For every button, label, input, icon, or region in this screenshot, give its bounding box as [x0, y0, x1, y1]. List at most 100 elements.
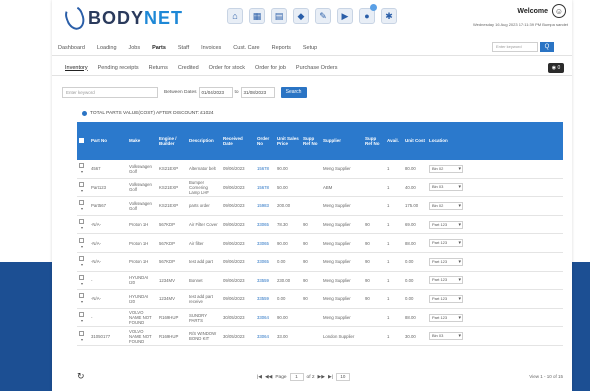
cell-order-no[interactable]: 33064 — [255, 334, 275, 339]
location-select[interactable]: Part 123 — [429, 313, 463, 322]
col-engine[interactable]: Engine / Builder — [157, 136, 187, 147]
nav-item-invoices[interactable]: Invoices — [195, 45, 227, 51]
table-row[interactable]: ▾ - VOLVO NAME NOT FOUND R169HUP SUNDRY PART… — [77, 308, 563, 328]
first-page-icon[interactable]: |◀ — [257, 375, 262, 380]
location-select[interactable]: Bin 03 — [429, 332, 463, 341]
location-select[interactable]: Part 123 — [429, 276, 463, 285]
nav-item-staff[interactable]: Staff — [172, 45, 195, 51]
truck-icon[interactable]: ▶ — [337, 8, 353, 24]
cart-button[interactable]: ◉ 0 — [548, 63, 564, 73]
cell-location[interactable]: Bin 03 — [427, 332, 467, 341]
home-icon[interactable]: ⌂ — [227, 8, 243, 24]
gear-icon[interactable]: ✱ — [381, 8, 397, 24]
cell-order-no[interactable]: 33064 — [255, 315, 275, 320]
nav-item-cust-care[interactable]: Cust. Care — [227, 45, 265, 51]
user-avatar-icon[interactable]: ☺ — [552, 4, 566, 18]
col-unit-sales-price[interactable]: Unit Sales Price — [275, 136, 301, 147]
calendar-icon[interactable]: ▦ — [249, 8, 265, 24]
refresh-icon[interactable]: ↻ — [77, 371, 85, 382]
page-input[interactable]: 1 — [289, 373, 304, 381]
cell-location[interactable]: Part 123 — [427, 220, 467, 229]
next-page-icon[interactable]: ▶▶ — [318, 375, 325, 380]
col-avail[interactable]: Avail. — [385, 138, 403, 144]
expand-caret-icon[interactable]: ▾ — [81, 244, 83, 249]
cell-location[interactable]: Part 123 — [427, 276, 467, 285]
cell-location[interactable]: Bin 02 — [427, 201, 467, 210]
wrench-icon[interactable]: ✎ — [315, 8, 331, 24]
row-checkbox[interactable]: ▾ — [77, 181, 89, 193]
row-checkbox[interactable]: ▾ — [77, 219, 89, 230]
tab-credited[interactable]: Credited — [173, 65, 204, 71]
expand-caret-icon[interactable]: ▾ — [81, 206, 83, 211]
tab-inventory[interactable]: Inventory — [60, 65, 93, 71]
tab-returns[interactable]: Returns — [144, 65, 173, 71]
table-row[interactable]: ▾ -N/A- Proton 1H 567KDP test add part 09/06/… — [77, 252, 563, 272]
cell-order-no[interactable]: 15678 — [255, 166, 275, 171]
col-received-date[interactable]: Received Date — [221, 136, 255, 147]
row-checkbox[interactable]: ▾ — [77, 237, 89, 249]
expand-caret-icon[interactable]: ▾ — [81, 225, 83, 230]
tab-order-for-job[interactable]: Order for job — [250, 65, 291, 71]
row-checkbox[interactable]: ▾ — [77, 312, 89, 323]
nav-item-setup[interactable]: Setup — [297, 45, 323, 51]
expand-caret-icon[interactable]: ▾ — [81, 299, 83, 304]
table-row[interactable]: ▾ 31050177 VOLVO NAME NOT FOUND R169HUP R/S … — [77, 327, 563, 346]
cell-location[interactable]: Part 123 — [427, 313, 467, 322]
row-checkbox[interactable]: ▾ — [77, 293, 89, 304]
col-description[interactable]: Description — [187, 138, 221, 144]
cell-location[interactable]: Bin 03 — [427, 183, 467, 192]
date-to-input[interactable]: 31/08/2023 — [240, 87, 275, 98]
last-page-icon[interactable]: ▶| — [328, 375, 333, 380]
cell-order-no[interactable]: 33065 — [255, 259, 275, 264]
row-checkbox[interactable]: ▾ — [77, 200, 89, 211]
location-select[interactable]: Bin 03 — [429, 183, 463, 192]
nav-search-input[interactable]: Enter keyword — [492, 42, 538, 52]
expand-caret-icon[interactable]: ▾ — [81, 337, 83, 342]
nav-item-jobs[interactable]: Jobs — [123, 45, 147, 51]
keyword-input[interactable]: Enter keyword — [62, 87, 158, 98]
nav-item-dashboard[interactable]: Dashboard — [52, 45, 91, 51]
row-checkbox[interactable]: ▾ — [77, 163, 89, 174]
table-row[interactable]: ▾ -N/A- HYUNDAI I20 1234MV test add part rec… — [77, 290, 563, 309]
location-select[interactable]: Part 123 — [429, 257, 463, 266]
table-row[interactable]: ▾ -N/A- Proton 1H 567KDP Air Filter Cover 09/… — [77, 215, 563, 235]
cell-order-no[interactable]: 33559 — [255, 278, 275, 283]
col-supp-ref-no[interactable]: Supp Ref No — [301, 136, 321, 147]
table-row[interactable]: ▾ 4567 Volkswagen Golf KS21EXP Alternator be… — [77, 160, 563, 179]
nav-item-reports[interactable]: Reports — [266, 45, 297, 51]
tab-pending-receipts[interactable]: Pending receipts — [93, 65, 144, 71]
prev-page-icon[interactable]: ◀◀ — [265, 375, 272, 380]
expand-caret-icon[interactable]: ▾ — [81, 262, 83, 267]
cell-order-no[interactable]: 15678 — [255, 185, 275, 190]
cell-location[interactable]: Part 123 — [427, 239, 467, 248]
location-select[interactable]: Part 123 — [429, 294, 463, 303]
car-icon[interactable]: ◆ — [293, 8, 309, 24]
cell-location[interactable]: Part 123 — [427, 257, 467, 266]
cell-order-no[interactable]: 33065 — [255, 222, 275, 227]
select-all-checkbox[interactable] — [77, 137, 89, 145]
col-make[interactable]: Make — [127, 138, 157, 144]
location-select[interactable]: Part 123 — [429, 220, 463, 229]
cell-location[interactable]: Part 123 — [427, 294, 467, 303]
col-order-no[interactable]: Order No — [255, 136, 275, 147]
expand-caret-icon[interactable]: ▾ — [81, 169, 83, 174]
col-part-no[interactable]: Part No — [89, 138, 127, 144]
tab-order-for-stock[interactable]: Order for stock — [204, 65, 250, 71]
col-location[interactable]: Location — [427, 138, 467, 144]
row-checkbox[interactable]: ▾ — [77, 274, 89, 286]
table-row[interactable]: ▾ Part123 Volkswagen Golf KS21EXP Bumper Cor… — [77, 178, 563, 198]
location-select[interactable]: Part 123 — [429, 239, 463, 248]
grid-icon[interactable]: ▤ — [271, 8, 287, 24]
row-checkbox[interactable]: ▾ — [77, 330, 89, 342]
nav-item-loading[interactable]: Loading — [91, 45, 123, 51]
col-supp-ref-no-2[interactable]: Supp Ref No — [363, 136, 385, 147]
logo[interactable]: BODYNET — [62, 3, 183, 33]
col-supplier[interactable]: Supplier — [321, 138, 363, 144]
location-select[interactable]: Bin 02 — [429, 201, 463, 210]
per-page-select[interactable]: 10 — [335, 373, 350, 381]
expand-caret-icon[interactable]: ▾ — [81, 188, 83, 193]
date-from-input[interactable]: 01/04/2023 — [198, 87, 233, 98]
cell-order-no[interactable]: 15983 — [255, 203, 275, 208]
location-select[interactable]: Bin 02 — [429, 164, 463, 173]
table-row[interactable]: ▾ Part567 Volkswagen Golf KS21EXP parts orde… — [77, 197, 563, 216]
